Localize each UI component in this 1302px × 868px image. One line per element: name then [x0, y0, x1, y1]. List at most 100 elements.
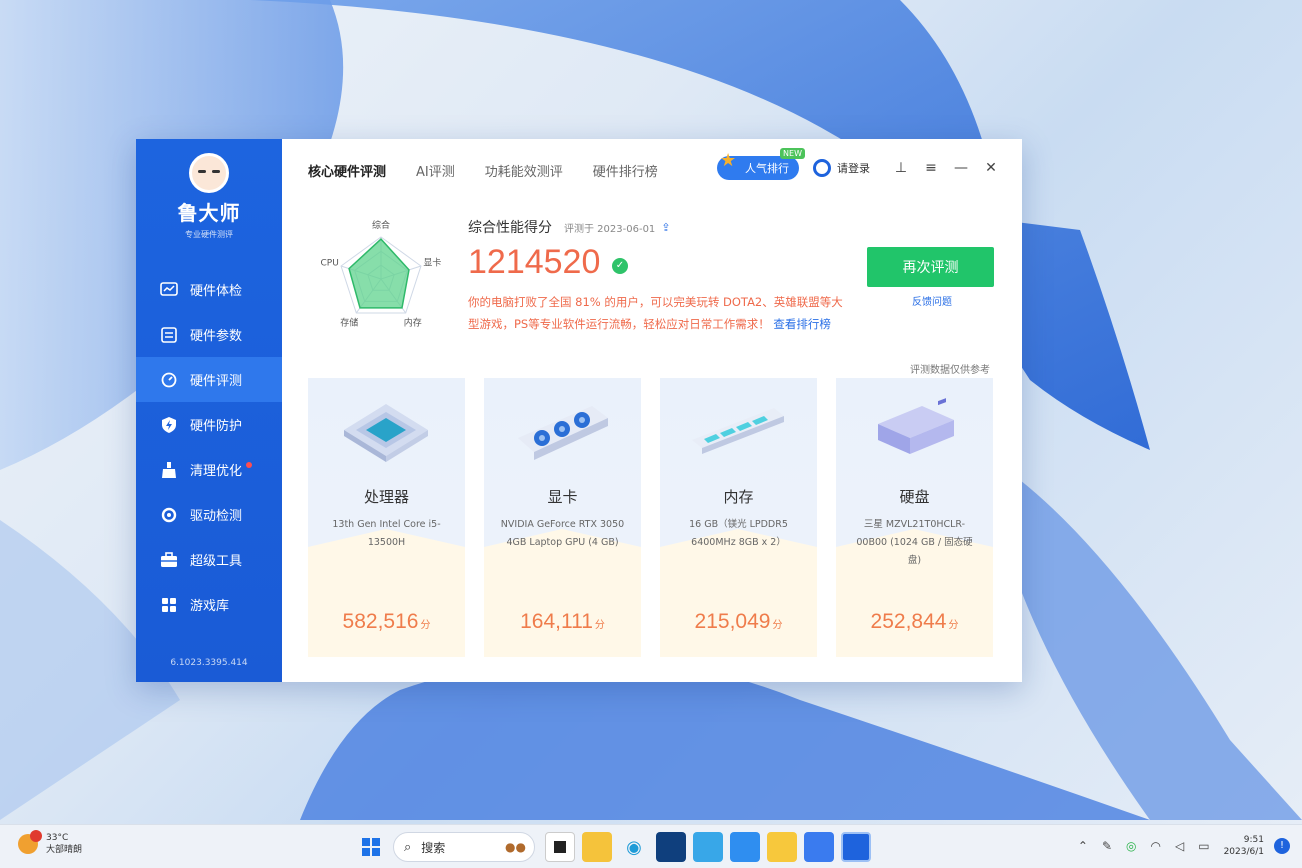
notification-icon[interactable]: ! [1274, 838, 1290, 854]
retest-button[interactable]: 再次评测 [867, 247, 994, 287]
gauge-icon [160, 371, 178, 389]
view-ranking-link[interactable]: 查看排行榜 [773, 317, 831, 331]
close-icon[interactable]: ✕ [976, 160, 1006, 176]
task-view-icon[interactable] [545, 832, 575, 862]
tab-ai[interactable]: AI评测 [416, 161, 455, 180]
search-label: 搜索 [421, 840, 446, 855]
photos-icon[interactable] [693, 832, 723, 862]
score-section: 综合 显卡 内存 存储 CPU 综合性能得分 评测于 2023-06-01 ⇪ 1214… [306, 209, 994, 369]
store-icon[interactable] [656, 832, 686, 862]
sidebar-item-hardware-params[interactable]: 硬件参数 [136, 312, 282, 357]
card-score-value: 164,111 [520, 610, 593, 633]
score-description: 你的电脑打败了全国 81% 的用户，可以完美玩转 DOTA2、英雄联盟等大型游戏… [468, 291, 848, 335]
login-label: 请登录 [837, 162, 870, 175]
score-unit: 分 [420, 620, 431, 631]
volume-icon[interactable]: ◁ [1175, 839, 1184, 853]
share-icon[interactable]: ⇪ [661, 221, 670, 234]
ssd-icon [878, 398, 954, 454]
search-icon: ⌕ [404, 839, 412, 855]
sidebar-item-label: 硬件参数 [190, 329, 243, 344]
radar-label: 显卡 [423, 256, 441, 268]
sidebar-item-label: 清理优化 [190, 464, 243, 479]
tab-core-hardware[interactable]: 核心硬件评测 [308, 161, 386, 180]
menu-icon[interactable]: ≡ [916, 160, 946, 176]
app-name: 鲁大师 [177, 203, 241, 225]
tab-power-efficiency[interactable]: 功耗能效测评 [485, 161, 563, 180]
sidebar-nav: 硬件体检 硬件参数 硬件评测 硬件防护 清理优化 驱动检测 超级工具 游戏库 [136, 267, 282, 627]
card-memory[interactable]: 内存 16 GB（镁光 LPDDR5 6400MHz 8GB x 2） 215,… [660, 378, 817, 657]
card-storage[interactable]: 硬盘 三星 MZVL21T0HCLR-00B00 (1024 GB / 固态硬盘… [836, 378, 993, 657]
battery-icon[interactable]: ▭ [1198, 839, 1209, 853]
card-score: 582,516 分 [308, 610, 465, 634]
sidebar-item-hardware-protect[interactable]: 硬件防护 [136, 402, 282, 447]
score-unit: 分 [772, 620, 783, 631]
wechat-icon[interactable]: ◎ [1126, 839, 1136, 853]
rank-button-label: 人气排行 [745, 162, 789, 175]
window-toolbar: ★ 人气排行 NEW 请登录 ⊥ ≡ — ✕ [717, 148, 1006, 180]
memory-icon [692, 408, 784, 454]
start-icon[interactable] [356, 832, 386, 862]
notes-icon[interactable] [767, 832, 797, 862]
clock[interactable]: 9:51 2023/6/1 [1224, 834, 1264, 858]
main-panel: 核心硬件评测 AI评测 功耗能效测评 硬件排行榜 ★ 人气排行 NEW 请登录 … [282, 139, 1022, 682]
pen-icon[interactable]: ✎ [1102, 839, 1112, 853]
edge-icon[interactable]: ◉ [619, 832, 649, 862]
card-desc: 16 GB（镁光 LPDDR5 6400MHz 8GB x 2） [689, 519, 788, 548]
clock-date: 2023/6/1 [1223, 847, 1264, 857]
weather-widget[interactable]: 33°C 大部晴朗 [18, 830, 82, 856]
file-explorer-icon[interactable] [582, 832, 612, 862]
sidebar-item-hardware-check[interactable]: 硬件体检 [136, 267, 282, 312]
popularity-rank-button[interactable]: ★ 人气排行 NEW [717, 148, 805, 180]
card-score-value: 582,516 [342, 610, 419, 633]
card-score-value: 215,049 [694, 610, 771, 633]
taskbar: 33°C 大部晴朗 ⌕ 搜索 ●● ◉ ⌃ ✎ ◎ ◠ ◁ ▭ 9:51 202… [0, 824, 1302, 868]
trophy-icon: ★ [720, 150, 737, 171]
search-highlight-icon: ●● [505, 840, 526, 854]
chart-monitor-icon [160, 281, 178, 299]
total-score: 1214520 [468, 243, 601, 281]
score-date: 评测于 2023-06-01 [564, 223, 656, 235]
sidebar-item-tools[interactable]: 超级工具 [136, 537, 282, 582]
bag-icon[interactable] [730, 832, 760, 862]
feishu-icon[interactable] [804, 832, 834, 862]
sidebar-item-hardware-test[interactable]: 硬件评测 [136, 357, 282, 402]
sidebar-item-games[interactable]: 游戏库 [136, 582, 282, 627]
pin-icon[interactable]: ⊥ [886, 160, 916, 176]
minimize-icon[interactable]: — [946, 160, 976, 176]
feedback-link[interactable]: 反馈问题 [912, 293, 952, 308]
gpu-icon [518, 406, 608, 460]
card-score-area [484, 529, 641, 657]
score-unit: 分 [594, 620, 605, 631]
sidebar-item-label: 硬件评测 [190, 374, 243, 389]
taskbar-search[interactable]: ⌕ 搜索 ●● [393, 832, 535, 862]
shield-icon [160, 416, 178, 434]
card-desc: NVIDIA GeForce RTX 3050 4GB Laptop GPU (… [500, 519, 625, 548]
list-icon [160, 326, 178, 344]
card-score-area [660, 529, 817, 657]
score-title: 综合性能得分 [468, 220, 552, 236]
ludashi-taskbar-icon[interactable] [841, 832, 871, 862]
login-button[interactable]: 请登录 [813, 159, 870, 177]
weather-text: 33°C 大部晴朗 [46, 832, 82, 856]
app-window: 鲁大师 专业硬件测评 硬件体检 硬件参数 硬件评测 硬件防护 清理优化 驱动检测… [136, 139, 1022, 682]
card-cpu[interactable]: 处理器 13th Gen Intel Core i5-13500H 582,51… [308, 378, 465, 657]
sidebar-item-driver[interactable]: 驱动检测 [136, 492, 282, 537]
card-title: 硬盘 [899, 488, 930, 506]
wifi-icon[interactable]: ◠ [1151, 839, 1161, 853]
card-score: 215,049 分 [660, 610, 817, 634]
clock-time: 9:51 [1243, 835, 1264, 845]
cpu-icon [344, 404, 428, 462]
card-desc: 三星 MZVL21T0HCLR-00B00 (1024 GB / 固态硬盘) [856, 519, 973, 566]
data-disclaimer: 评测数据仅供参考 [910, 365, 990, 376]
card-score-value: 252,844 [870, 610, 947, 633]
radar-label: 综合 [372, 219, 390, 231]
radar-label: 内存 [404, 317, 422, 329]
card-gpu[interactable]: 显卡 NVIDIA GeForce RTX 3050 4GB Laptop GP… [484, 378, 641, 657]
sidebar-item-cleanup[interactable]: 清理优化 [136, 447, 282, 492]
chevron-up-icon[interactable]: ⌃ [1078, 839, 1088, 853]
card-title: 处理器 [363, 488, 409, 506]
tab-rankings[interactable]: 硬件排行榜 [593, 161, 658, 180]
weather-desc: 大部晴朗 [46, 845, 83, 855]
app-version: 6.1023.3395.414 [170, 658, 248, 668]
taskbar-apps: ⌕ 搜索 ●● ◉ [356, 832, 878, 862]
